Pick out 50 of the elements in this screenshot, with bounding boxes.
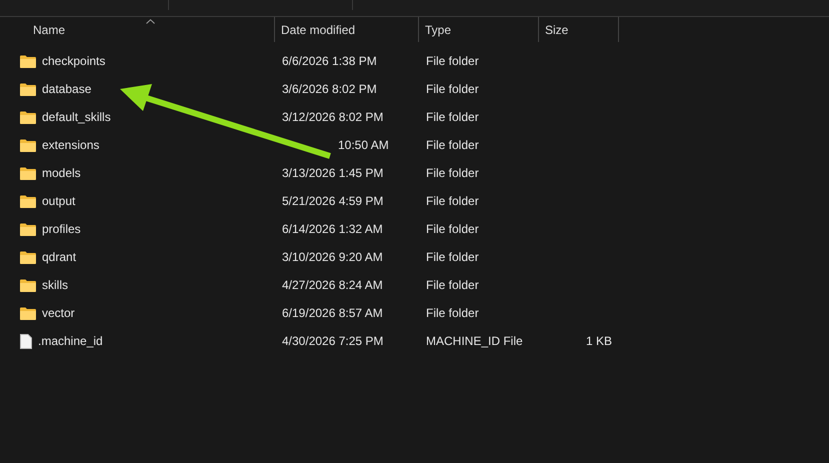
folder-icon <box>20 278 36 292</box>
file-name[interactable]: checkpoints <box>42 54 106 68</box>
column-header[interactable]: Type <box>419 17 539 42</box>
date-modified: 6/14/2026 1:32 AM <box>282 222 383 236</box>
file-type: File folder <box>426 166 479 180</box>
file-name[interactable]: profiles <box>42 222 81 236</box>
file-name[interactable]: skills <box>42 278 68 292</box>
file-type: File folder <box>426 138 479 152</box>
column-header[interactable]: Name <box>0 17 275 42</box>
date-modified: 6/19/2026 8:57 AM <box>282 306 383 320</box>
file-type: File folder <box>426 306 479 320</box>
file-type: File folder <box>426 54 479 68</box>
file-type: File folder <box>426 82 479 96</box>
file-type: File folder <box>426 110 479 124</box>
date-modified: 6/6/2026 1:38 PM <box>282 54 377 68</box>
file-type: File folder <box>426 222 479 236</box>
date-modified: 4/27/2026 8:24 AM <box>282 278 383 292</box>
file-type: File folder <box>426 278 479 292</box>
folder-icon <box>20 166 36 180</box>
file-type: File folder <box>426 194 479 208</box>
folder-icon <box>20 306 36 320</box>
file-type: File folder <box>426 250 479 264</box>
folder-icon <box>20 222 36 236</box>
date-modified: 3/10/2026 9:20 AM <box>282 250 383 264</box>
date-modified: 3/13/2026 1:45 PM <box>282 166 384 180</box>
file-name[interactable]: models <box>42 166 81 180</box>
column-header[interactable]: Date modified <box>275 17 419 42</box>
folder-icon <box>20 110 36 124</box>
column-header[interactable]: Size <box>539 17 619 42</box>
folder-icon <box>20 138 36 152</box>
file-name[interactable]: default_skills <box>42 110 111 124</box>
file-name[interactable]: vector <box>42 306 75 320</box>
file-name[interactable]: database <box>42 82 92 96</box>
date-modified: 10:50 AM <box>337 138 389 152</box>
file-type: MACHINE_ID File <box>426 334 523 348</box>
folder-icon <box>20 82 36 96</box>
file-name[interactable]: .machine_id <box>38 334 103 348</box>
date-modified: 3/12/2026 8:02 PM <box>282 110 384 124</box>
date-modified: 5/21/2026 4:59 PM <box>282 194 384 208</box>
file-icon <box>20 334 32 348</box>
file-size: 1 KB <box>586 334 612 348</box>
date-modified: 4/30/2026 7:25 PM <box>282 334 384 348</box>
file-name[interactable]: extensions <box>42 138 100 152</box>
folder-icon <box>20 54 36 68</box>
date-modified: 3/6/2026 8:02 PM <box>282 82 377 96</box>
folder-icon <box>20 250 36 264</box>
file-name[interactable]: output <box>42 194 76 208</box>
file-name[interactable]: qdrant <box>42 250 76 264</box>
folder-icon <box>20 194 36 208</box>
sort-caret-icon <box>146 19 155 24</box>
